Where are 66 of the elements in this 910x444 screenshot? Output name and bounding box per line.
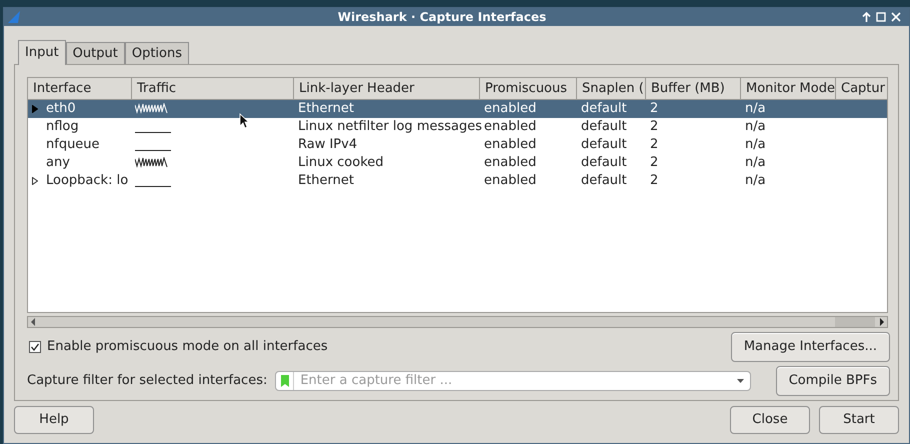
table-cell: n/a	[745, 101, 766, 116]
table-cell: 2	[650, 101, 658, 116]
column-header[interactable]: Buffer (MB)	[646, 78, 741, 99]
checkbox[interactable]	[29, 341, 41, 353]
window-title: Wireshark · Capture Interfaces	[336, 9, 548, 26]
table-row[interactable]: nflog Linux netfilter log messages enabled default 2 n/a	[28, 118, 887, 136]
column-header[interactable]: Interface	[28, 78, 132, 99]
table-cell: 2	[650, 173, 658, 188]
table-cell: enabled	[484, 137, 536, 152]
maximize-icon[interactable]	[876, 12, 886, 22]
shark-fin-icon	[8, 11, 22, 23]
table-cell: n/a	[745, 137, 766, 152]
scroll-right-icon[interactable]	[879, 318, 885, 326]
table-row[interactable]: eth0 Ethernet enabled default 2 n/a	[28, 100, 887, 118]
table-cell: default	[581, 101, 627, 116]
dialog-button[interactable]: Start	[819, 406, 899, 434]
horizontal-scrollbar[interactable]	[27, 316, 888, 328]
close-icon[interactable]	[891, 12, 901, 22]
table-row[interactable]: any Linux cooked enabled default 2 n/a	[28, 154, 887, 172]
table-row[interactable]: nfqueue Raw IPv4 enabled default 2 n/a	[28, 136, 887, 154]
table-cell: n/a	[745, 119, 766, 134]
column-header[interactable]: Captur	[836, 78, 888, 99]
table-cell: Linux netfilter log messages	[298, 119, 482, 134]
checkbox-label: Enable promiscuous mode on all interfaces	[47, 338, 328, 356]
table-row[interactable]: Loopback: lo Ethernet enabled default 2 n/a	[28, 172, 887, 190]
table-cell: Ethernet	[298, 101, 354, 116]
dialog-button[interactable]: Close	[730, 406, 810, 434]
table-cell: default	[581, 155, 627, 170]
table-cell: Linux cooked	[298, 155, 384, 170]
pin-icon[interactable]	[862, 12, 871, 22]
table-cell: Raw IPv4	[298, 137, 358, 152]
table-cell-text: Loopback: lo	[46, 172, 128, 190]
table-cell-text: any	[46, 154, 70, 172]
table-cell: default	[581, 119, 627, 134]
scrollbar-thumb[interactable]	[835, 317, 875, 327]
table-cell: default	[581, 137, 627, 152]
filter-label: Capture filter for selected interfaces:	[27, 372, 268, 390]
tab[interactable]: Options	[124, 42, 190, 64]
table-cell: enabled	[484, 101, 536, 116]
table-cell: default	[581, 173, 627, 188]
column-header[interactable]: Snaplen (	[577, 78, 646, 99]
table-cell-text: eth0	[46, 100, 76, 118]
scroll-left-icon[interactable]	[30, 318, 36, 326]
tab[interactable]: Input	[18, 40, 66, 65]
tab[interactable]: Output	[66, 42, 125, 64]
table-cell: Ethernet	[298, 173, 354, 188]
table-cell: 2	[650, 137, 658, 152]
table-cell: 2	[650, 155, 658, 170]
column-header[interactable]: Traffic	[132, 78, 294, 99]
column-header[interactable]: Link-layer Header	[294, 78, 480, 99]
dropdown-caret-icon[interactable]	[737, 379, 744, 383]
table-cell: 2	[650, 119, 658, 134]
column-header[interactable]: Monitor Mode	[741, 78, 836, 99]
expand-arrow-icon[interactable]	[32, 177, 38, 185]
table-cell-text: nflog	[46, 118, 79, 136]
column-header[interactable]: Promiscuous	[480, 78, 577, 99]
manage-interfaces-button[interactable]: Manage Interfaces...	[730, 332, 890, 362]
table-cell-text: nfqueue	[46, 136, 100, 154]
table-cell: n/a	[745, 173, 766, 188]
mouse-cursor-icon	[239, 113, 249, 129]
dialog-button[interactable]: Help	[14, 406, 94, 434]
table-cell: enabled	[484, 155, 536, 170]
compile-bpfs-button[interactable]: Compile BPFs	[776, 366, 890, 396]
table-cell: enabled	[484, 173, 536, 188]
table-cell: n/a	[745, 155, 766, 170]
table-cell: enabled	[484, 119, 536, 134]
